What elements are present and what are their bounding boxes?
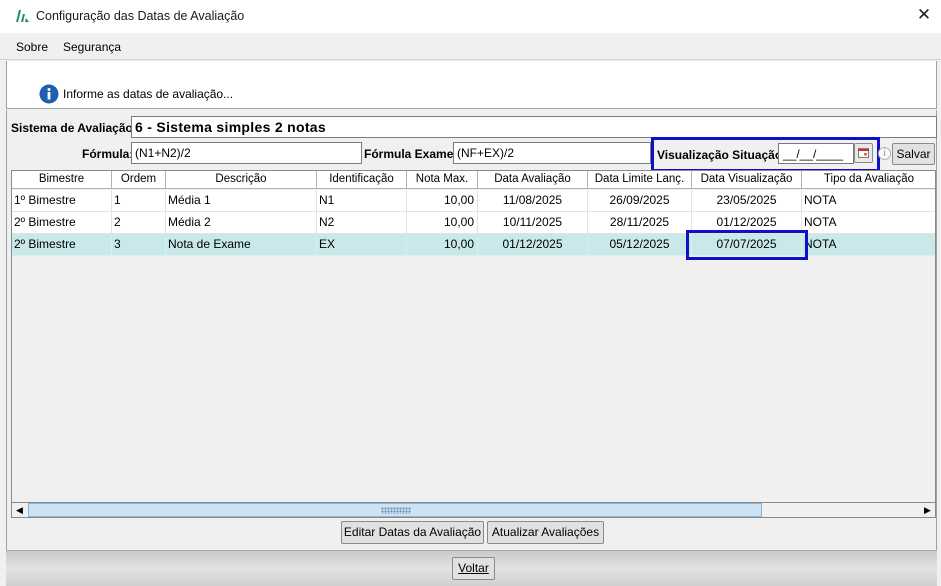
cell-tipo-avaliacao[interactable]: NOTA	[802, 212, 935, 234]
cell-identificacao[interactable]: N1	[317, 190, 407, 212]
scroll-right-icon[interactable]: ▶	[920, 503, 935, 517]
formula-exame-label: Fórmula Exame:	[364, 147, 458, 161]
scrollbar-thumb[interactable]	[28, 503, 762, 517]
col-header-nota-max[interactable]: Nota Max.	[407, 171, 478, 189]
avaliacoes-table: Bimestre Ordem Descrição Identificação N…	[11, 170, 936, 518]
formula-exame-field[interactable]: (NF+EX)/2	[453, 142, 651, 164]
cell-ordem[interactable]: 1	[112, 190, 166, 212]
cell-data-avaliacao[interactable]: 11/08/2025	[478, 190, 588, 212]
voltar-button[interactable]: Voltar	[452, 557, 495, 580]
cell-identificacao[interactable]: EX	[317, 234, 407, 256]
cell-descricao[interactable]: Nota de Exame	[166, 234, 317, 256]
cell-descricao[interactable]: Média 2	[166, 212, 317, 234]
grip-icon	[381, 507, 411, 514]
calendar-button[interactable]	[854, 143, 873, 163]
cell-ordem[interactable]: 2	[112, 212, 166, 234]
col-header-ordem[interactable]: Ordem	[112, 171, 166, 189]
cell-ordem[interactable]: 3	[112, 234, 166, 256]
cell-nota-max[interactable]: 10,00	[407, 190, 478, 212]
col-header-data-visualizacao[interactable]: Data Visualização	[692, 171, 802, 189]
col-header-data-limite[interactable]: Data Limite Lanç.	[588, 171, 692, 189]
close-button[interactable]: ✕	[915, 6, 933, 24]
app-logo-icon	[16, 10, 29, 22]
formula-field[interactable]: (N1+N2)/2	[131, 142, 362, 164]
help-icon: i	[878, 147, 891, 160]
cell-data-avaliacao[interactable]: 10/11/2025	[478, 212, 588, 234]
cell-data-visualizacao[interactable]: 23/05/2025	[692, 190, 802, 212]
cell-data-limite[interactable]: 26/09/2025	[588, 190, 692, 212]
cell-bimestre[interactable]: 2º Bimestre	[12, 212, 112, 234]
window-title: Configuração das Datas de Avaliação	[36, 9, 245, 23]
cell-tipo-avaliacao[interactable]: NOTA	[802, 190, 935, 212]
col-header-identificacao[interactable]: Identificação	[317, 171, 407, 189]
cell-data-limite[interactable]: 05/12/2025	[588, 234, 692, 256]
col-header-descricao[interactable]: Descrição	[166, 171, 317, 189]
col-header-data-avaliacao[interactable]: Data Avaliação	[478, 171, 588, 189]
sistema-field[interactable]: 6 - Sistema simples 2 notas	[131, 116, 937, 138]
info-panel: Informe as datas de avaliação...	[6, 61, 937, 109]
menu-item-seguranca[interactable]: Segurança	[63, 40, 121, 54]
visualizacao-date-input[interactable]: __/__/____	[778, 143, 854, 164]
calendar-icon	[858, 148, 869, 158]
cell-nota-max[interactable]: 10,00	[407, 212, 478, 234]
editar-datas-button[interactable]: Editar Datas da Avaliação	[341, 521, 484, 544]
cell-tipo-avaliacao[interactable]: NOTA	[802, 234, 935, 256]
scroll-left-icon[interactable]: ◀	[12, 503, 27, 517]
visualizacao-label: Visualização Situação:	[657, 148, 787, 162]
cell-data-limite[interactable]: 28/11/2025	[588, 212, 692, 234]
horizontal-scrollbar[interactable]: ◀ ▶	[11, 502, 936, 518]
info-icon	[39, 84, 59, 104]
atualizar-avaliacoes-button[interactable]: Atualizar Avaliações	[487, 521, 604, 544]
salvar-button[interactable]: Salvar	[892, 143, 935, 165]
cell-nota-max[interactable]: 10,00	[407, 234, 478, 256]
cell-identificacao[interactable]: N2	[317, 212, 407, 234]
menu-bar: Sobre Segurança	[0, 33, 941, 60]
window-titlebar: Configuração das Datas de Avaliação ✕	[0, 0, 941, 33]
menu-item-sobre[interactable]: Sobre	[16, 40, 48, 54]
cell-bimestre[interactable]: 1º Bimestre	[12, 190, 112, 212]
info-message: Informe as datas de avaliação...	[63, 87, 234, 101]
highlight-box-data-visualizacao	[686, 230, 808, 260]
formula-label: Fórmula:	[82, 147, 134, 161]
col-header-tipo-avaliacao[interactable]: Tipo da Avaliação	[802, 171, 935, 189]
cell-data-avaliacao[interactable]: 01/12/2025	[478, 234, 588, 256]
cell-bimestre[interactable]: 2º Bimestre	[12, 234, 112, 256]
sistema-label: Sistema de Avaliação:	[11, 121, 137, 135]
col-header-bimestre[interactable]: Bimestre	[12, 171, 112, 189]
cell-descricao[interactable]: Média 1	[166, 190, 317, 212]
